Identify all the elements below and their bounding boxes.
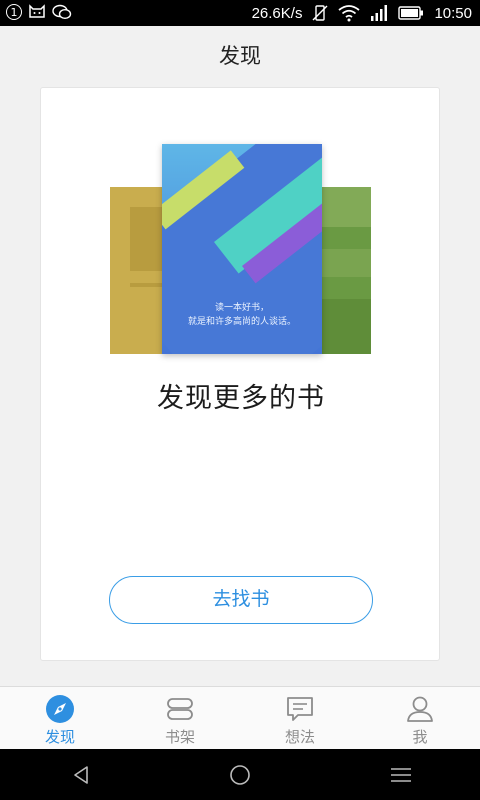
tab-label-bookshelf: 书架 xyxy=(164,728,195,746)
status-bar: 1 26.6K/s 10:50 xyxy=(0,0,480,26)
network-speed: 26.6K/s xyxy=(251,4,303,22)
find-books-button[interactable]: 去找书 xyxy=(109,576,373,624)
clock: 10:50 xyxy=(434,4,472,22)
cover-quote-line1: 读一本好书， xyxy=(214,303,269,313)
tab-label-discover: 发现 xyxy=(44,728,75,746)
tab-bookshelf[interactable]: 书架 xyxy=(120,687,240,750)
cat-icon xyxy=(28,4,46,20)
tab-thoughts[interactable]: 想法 xyxy=(240,687,360,750)
battery-icon xyxy=(398,5,424,21)
wifi-icon xyxy=(338,4,361,22)
wechat-icon xyxy=(52,4,72,20)
signal-icon xyxy=(370,4,388,22)
book-stack-illustration: 读一本好书， 就是和许多高尚的人谈话。 xyxy=(110,144,371,354)
book-front-cover: 读一本好书， 就是和许多高尚的人谈话。 xyxy=(162,144,322,354)
home-icon[interactable] xyxy=(227,762,253,788)
back-icon[interactable] xyxy=(68,762,94,788)
tab-discover[interactable]: 发现 xyxy=(0,687,120,750)
bottom-tab-bar: 发现 书架 想法 我 xyxy=(0,686,480,750)
menu-icon[interactable] xyxy=(388,762,414,788)
compass-icon xyxy=(45,694,75,724)
comment-icon xyxy=(285,694,315,724)
bookshelf-icon xyxy=(165,694,195,724)
vibrate-off-icon xyxy=(312,4,328,22)
tab-me[interactable]: 我 xyxy=(360,687,480,750)
book-back-right xyxy=(315,187,371,354)
discover-headline: 发现更多的书 xyxy=(157,383,325,414)
person-icon xyxy=(405,694,435,724)
tab-label-me: 我 xyxy=(412,728,428,746)
page-title: 发现 xyxy=(219,44,261,68)
notification-badge-icon: 1 xyxy=(6,4,22,20)
cover-quote-line2: 就是和许多高尚的人谈话。 xyxy=(187,317,296,327)
book-back-left xyxy=(110,187,166,354)
system-nav-bar xyxy=(0,749,480,800)
tab-label-thoughts: 想法 xyxy=(284,728,315,746)
discover-card: 读一本好书， 就是和许多高尚的人谈话。 发现更多的书 去找书 xyxy=(40,87,440,661)
